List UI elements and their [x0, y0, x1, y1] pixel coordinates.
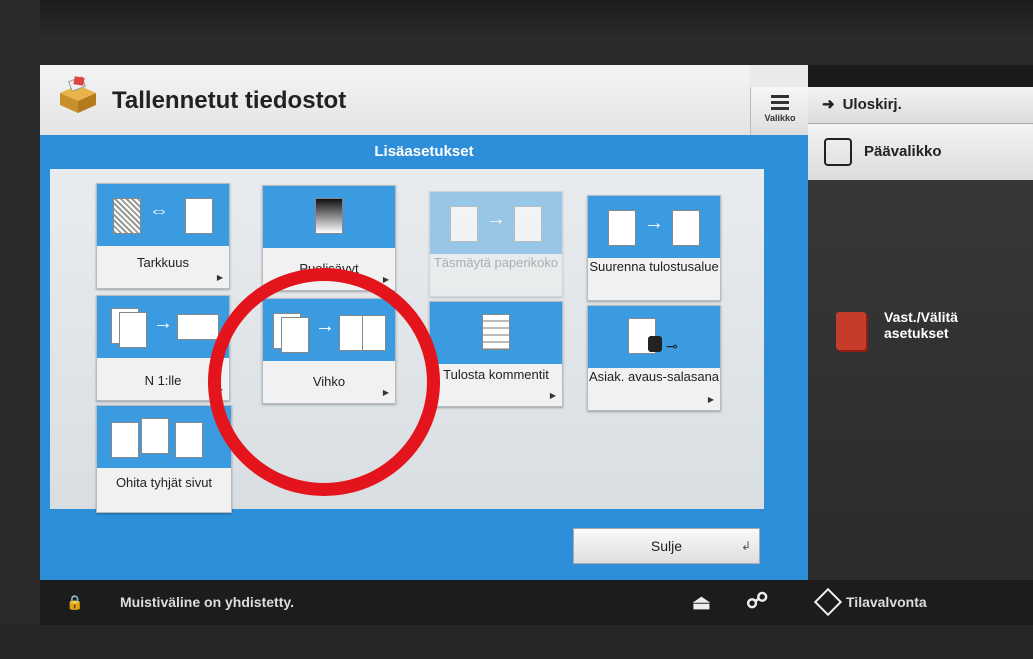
device-bezel-left [0, 0, 40, 659]
tile-fit-paper-size[interactable]: → Täsmäytä paperikoko [429, 191, 563, 297]
app-header: Tallennetut tiedostot [40, 65, 750, 135]
header-strip [750, 65, 808, 87]
menu-button-label: Valikko [764, 113, 796, 123]
tile-arrow-icon: ▶ [382, 275, 389, 284]
stored-files-icon [60, 76, 96, 113]
app-title: Tallennetut tiedostot [112, 87, 347, 114]
home-icon [824, 138, 852, 167]
print-comments-icon [430, 302, 562, 364]
network-icon[interactable]: ☍ [746, 588, 768, 614]
logout-icon: ➜ [822, 96, 835, 113]
tile-enlarge-print-area[interactable]: → Suurenna tulostusalue [587, 195, 721, 301]
menu-button[interactable]: Valikko [750, 87, 809, 135]
device-bezel-top [0, 0, 1033, 40]
eject-icon[interactable]: ⏏ [692, 590, 711, 615]
right-sidebar: ➜ Uloskirj. Päävalikko Vast./Välitä asetu… [808, 87, 1033, 580]
tile-arrow-icon: ▶ [549, 391, 556, 400]
logout-button[interactable]: ➜ Uloskirj. [808, 87, 1033, 123]
skip-blank-pages-icon [97, 406, 231, 468]
status-message: Muistiväline on yhdistetty. [120, 594, 294, 610]
panel-title: Lisäasetukset [374, 143, 474, 160]
lock-icon [648, 336, 662, 352]
home-button[interactable]: Päävalikko [808, 123, 1033, 180]
enlarge-print-area-icon: → [588, 196, 720, 258]
tile-label: Suurenna tulostusalue [589, 259, 719, 274]
enter-icon: ↲ [740, 539, 751, 553]
tile-resolution[interactable]: ⇔ Tarkkuus ▶ [96, 183, 230, 289]
device-bezel-bottom [0, 625, 1033, 659]
fit-paper-size-icon: → [430, 192, 562, 254]
resolution-icon: ⇔ [97, 184, 229, 246]
tile-label: Ohita tyhjät sivut [115, 475, 213, 490]
tile-label: Asiak. avaus-salasana [588, 369, 720, 384]
tile-print-comments[interactable]: Tulosta kommentit ▶ [429, 301, 563, 407]
address-book-icon[interactable] [836, 312, 866, 350]
halftones-icon [263, 186, 395, 248]
tile-skip-blank-pages[interactable]: Ohita tyhjät sivut [96, 405, 232, 513]
send-forward-settings-label[interactable]: Vast./Välitä asetukset [884, 309, 1024, 341]
home-label: Päävalikko [864, 143, 942, 160]
close-button[interactable]: Sulje ↲ [573, 528, 760, 564]
status-bar: 🔒 Muistiväline on yhdistetty. ⏏ ☍ Tilava… [40, 580, 1033, 625]
tile-label: Täsmäytä paperikoko [433, 255, 559, 270]
user-password-icon: ⊸ [588, 306, 720, 368]
tile-user-open-password[interactable]: ⊸ Asiak. avaus-salasana ▶ [587, 305, 721, 411]
tile-arrow-icon: ▶ [216, 273, 223, 282]
n-on-1-icon: → [97, 296, 229, 358]
key-icon: ⊸ [666, 338, 678, 354]
menu-icon [771, 95, 789, 110]
close-button-label: Sulje [650, 538, 683, 554]
status-monitor-icon [813, 587, 843, 617]
tile-arrow-icon: ▶ [707, 395, 714, 404]
touch-screen: Tallennetut tiedostot Valikko Lisäasetuk… [40, 65, 1033, 625]
red-annotation-circle [208, 268, 440, 496]
tile-label: Tulosta kommentit [443, 367, 549, 382]
lock-icon: 🔒 [66, 594, 84, 610]
tile-label: Tarkkuus [136, 255, 190, 270]
status-monitor-button[interactable]: Tilavalvonta [846, 594, 927, 610]
logout-label: Uloskirj. [842, 96, 902, 113]
